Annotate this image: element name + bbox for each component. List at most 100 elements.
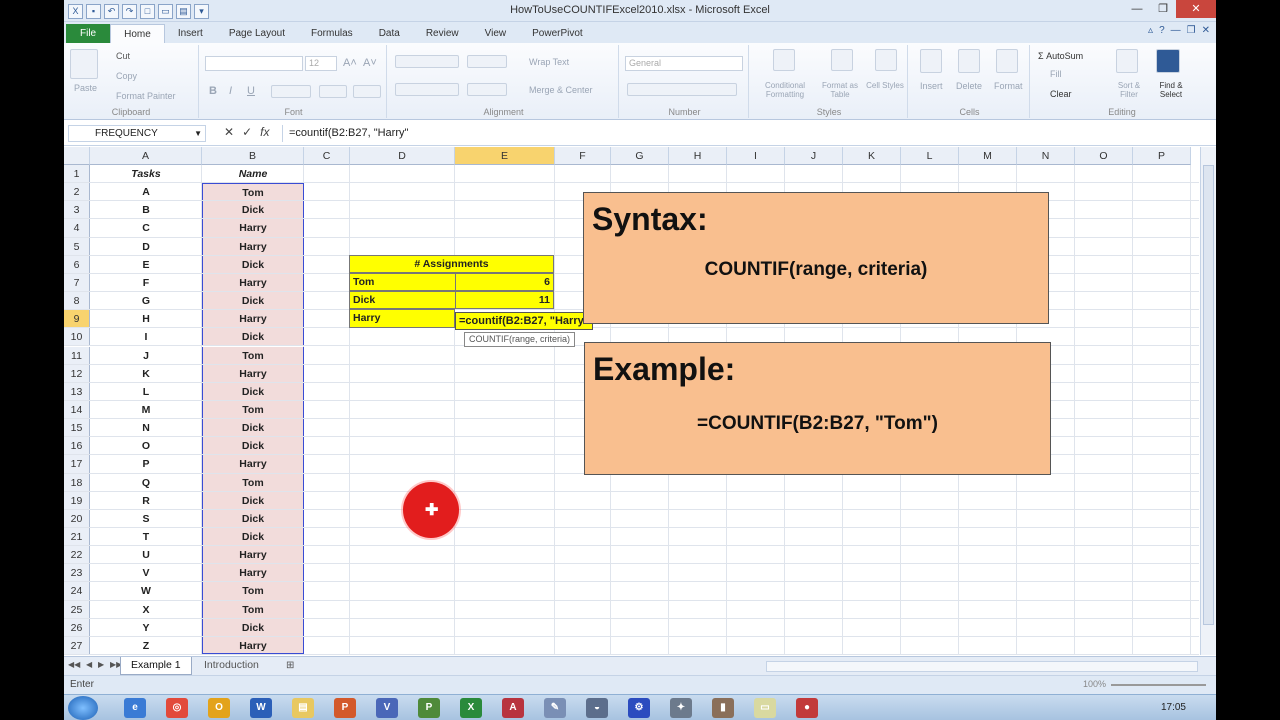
tab-page-layout[interactable]: Page Layout xyxy=(216,24,298,43)
tab-insert[interactable]: Insert xyxy=(165,24,216,43)
ie-icon[interactable]: e xyxy=(124,698,146,718)
cell-name[interactable]: Tom xyxy=(202,473,304,491)
fill-color-icon[interactable] xyxy=(319,85,347,98)
row-header[interactable]: 26 xyxy=(64,618,90,636)
access-icon[interactable]: A xyxy=(502,698,524,718)
row-header[interactable]: 9 xyxy=(64,310,90,328)
cell-name[interactable]: Tom xyxy=(202,183,304,201)
cell-task[interactable]: Q xyxy=(90,474,202,491)
cell-task[interactable]: P xyxy=(90,455,202,472)
column-header-o[interactable]: O xyxy=(1075,147,1133,165)
archive-icon[interactable]: ▮ xyxy=(712,698,734,718)
worksheet-grid[interactable]: ABCDEFGHIJKLMNOP 1 Tasks Name 2 A Tom 3 B Dick 4 C… xyxy=(64,147,1199,655)
cell-name[interactable]: Harry xyxy=(202,219,304,237)
horizontal-scrollbar[interactable] xyxy=(766,661,1198,672)
cell-task[interactable]: Tasks xyxy=(90,165,202,182)
cell-task[interactable]: N xyxy=(90,419,202,436)
cell-task[interactable]: V xyxy=(90,564,202,581)
cell-name[interactable]: Dick xyxy=(202,509,304,527)
row-header[interactable]: 8 xyxy=(64,292,90,310)
format-cells-button[interactable]: Format xyxy=(994,81,1023,91)
copy-button[interactable]: Copy xyxy=(116,71,137,81)
enter-icon[interactable]: ✓ xyxy=(242,125,252,139)
cell-name[interactable]: Dick xyxy=(202,528,304,546)
font-name-dropdown[interactable] xyxy=(205,56,303,71)
cell-name[interactable]: Dick xyxy=(202,419,304,437)
zoom-level[interactable]: 100% xyxy=(1083,679,1106,689)
cell-styles-button[interactable]: Cell Styles xyxy=(863,81,907,90)
row-header[interactable]: 13 xyxy=(64,382,90,400)
notes-icon[interactable]: ▭ xyxy=(754,698,776,718)
cell-task[interactable]: U xyxy=(90,546,202,563)
cell-name[interactable]: Harry xyxy=(202,310,304,328)
outlook-icon[interactable]: O xyxy=(208,698,230,718)
app-icon[interactable]: ◒ xyxy=(586,698,608,718)
row-header[interactable]: 14 xyxy=(64,400,90,419)
find-select-button[interactable]: Find & Select xyxy=(1152,81,1190,99)
tab-powerpivot[interactable]: PowerPivot xyxy=(519,24,596,43)
row-header[interactable]: 24 xyxy=(64,582,90,600)
row-header[interactable]: 21 xyxy=(64,528,90,546)
delete-cells-icon[interactable] xyxy=(958,49,980,73)
maximize-icon[interactable]: ❐ xyxy=(1150,0,1176,18)
tab-formulas[interactable]: Formulas xyxy=(298,24,366,43)
cell-name[interactable]: Harry xyxy=(202,546,304,564)
row-header[interactable]: 18 xyxy=(64,473,90,491)
font-size-dropdown[interactable]: 12 xyxy=(305,56,337,71)
sheet-tab-example-1[interactable]: Example 1 xyxy=(120,657,192,675)
tab-review[interactable]: Review xyxy=(413,24,472,43)
cell-name[interactable]: Harry xyxy=(202,455,304,473)
shrink-font-icon[interactable]: A˅ xyxy=(363,57,377,69)
delete-cells-button[interactable]: Delete xyxy=(956,81,982,91)
column-header-g[interactable]: G xyxy=(611,147,669,165)
cell-name[interactable]: Harry xyxy=(202,636,304,655)
project-icon[interactable]: P xyxy=(418,698,440,718)
assign-row-tom[interactable]: Tom 6 xyxy=(349,273,554,292)
bold-button[interactable]: B xyxy=(209,85,217,97)
find-select-icon[interactable] xyxy=(1156,49,1180,73)
cell-name[interactable]: Dick xyxy=(202,382,304,400)
paint-icon[interactable]: ✎ xyxy=(544,698,566,718)
row-header[interactable]: 16 xyxy=(64,437,90,455)
format-painter-button[interactable]: Format Painter xyxy=(116,91,176,101)
cell-task[interactable]: D xyxy=(90,238,202,255)
first-sheet-icon[interactable]: ◀◀ xyxy=(68,660,80,669)
prev-sheet-icon[interactable]: ◀ xyxy=(86,660,92,669)
column-header-l[interactable]: L xyxy=(901,147,959,165)
row-header[interactable]: 23 xyxy=(64,564,90,582)
name-box-dropdown-icon[interactable]: ▼ xyxy=(194,126,202,141)
conditional-formatting-button[interactable]: Conditional Formatting xyxy=(755,81,815,99)
row-header[interactable]: 17 xyxy=(64,455,90,473)
active-cell-editor[interactable]: =countif(B2:B27, "Harry" xyxy=(455,312,593,330)
cell-task[interactable]: Y xyxy=(90,619,202,636)
merge-center-button[interactable]: Merge & Center xyxy=(529,85,593,95)
cell-task[interactable]: J xyxy=(90,347,202,364)
cell-task[interactable]: A xyxy=(90,183,202,200)
column-header-k[interactable]: K xyxy=(843,147,901,165)
cell-task[interactable]: B xyxy=(90,201,202,218)
chrome-icon[interactable]: ◎ xyxy=(166,698,188,718)
column-header-c[interactable]: C xyxy=(304,147,350,165)
number-format-dropdown[interactable]: General xyxy=(625,56,743,71)
row-header[interactable]: 20 xyxy=(64,509,90,527)
paste-button[interactable]: Paste xyxy=(74,83,97,93)
insert-function-icon[interactable]: fx xyxy=(260,125,269,139)
cell-task[interactable]: O xyxy=(90,437,202,454)
recorder-icon[interactable]: ● xyxy=(796,698,818,718)
clock[interactable]: 17:05 xyxy=(1161,702,1186,713)
clear-button[interactable]: Clear xyxy=(1050,89,1072,99)
cell-styles-icon[interactable] xyxy=(875,49,897,71)
column-header-f[interactable]: F xyxy=(555,147,611,165)
cell-task[interactable]: M xyxy=(90,401,202,418)
insert-cells-icon[interactable] xyxy=(920,49,942,73)
formula-input[interactable]: =countif(B2:B27, "Harry" xyxy=(282,125,1202,142)
workbook-minimize-icon[interactable]: — xyxy=(1171,25,1181,36)
cell-task[interactable]: E xyxy=(90,256,202,273)
minimize-icon[interactable]: — xyxy=(1124,0,1150,18)
row-header[interactable]: 15 xyxy=(64,419,90,437)
sort-filter-icon[interactable] xyxy=(1116,49,1138,73)
number-format-buttons-icon[interactable] xyxy=(627,83,737,96)
help-icon[interactable]: ? xyxy=(1159,25,1165,36)
name-box[interactable]: FREQUENCY ▼ xyxy=(68,125,206,142)
format-as-table-icon[interactable] xyxy=(831,49,853,71)
